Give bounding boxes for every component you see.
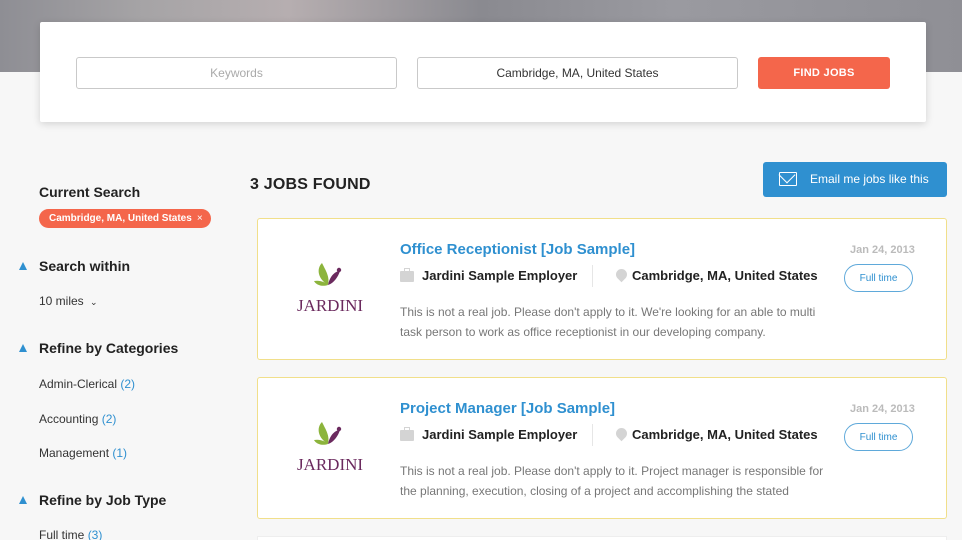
categories-title[interactable]: Refine by Categories: [39, 340, 178, 356]
current-search-title: Current Search: [39, 184, 141, 200]
job-type-badge[interactable]: Full time: [844, 423, 913, 451]
job-description: This is not a real job. Please don't app…: [400, 305, 816, 339]
sidebar-item-full-time[interactable]: Full time (3): [39, 528, 102, 540]
category-count: (2): [120, 377, 136, 391]
close-icon[interactable]: ×: [197, 213, 203, 224]
email-alert-button[interactable]: Email me jobs like this: [763, 162, 947, 197]
category-count: (2): [101, 412, 117, 426]
employer-logo: JARDINI: [288, 259, 372, 317]
keywords-input[interactable]: [76, 57, 397, 89]
category-label: Admin-Clerical: [39, 377, 118, 391]
sidebar-item-management[interactable]: Management (1): [39, 446, 127, 460]
sidebar-item-admin-clerical[interactable]: Admin-Clerical (2): [39, 377, 135, 391]
chevron-down-icon: ⌄: [90, 297, 98, 307]
job-title-link[interactable]: Office Receptionist [Job Sample]: [400, 241, 635, 258]
job-type-badge[interactable]: Full time: [844, 264, 913, 292]
meta-divider: [592, 424, 593, 446]
sidebar-item-accounting[interactable]: Accounting (2): [39, 412, 116, 426]
job-card[interactable]: JARDINI Project Manager [Job Sample] Jar…: [257, 377, 947, 519]
location-pin-icon: [613, 425, 630, 442]
results-count-title: 3 JOBS FOUND: [250, 176, 371, 193]
job-card[interactable]: [257, 536, 947, 540]
chip-label: Cambridge, MA, United States: [49, 213, 192, 224]
job-title-link[interactable]: Project Manager [Job Sample]: [400, 400, 615, 417]
employer-name: Jardini Sample Employer: [422, 427, 578, 442]
search-panel: FIND JOBS: [40, 22, 926, 122]
search-within-title[interactable]: Search within: [39, 258, 130, 274]
category-label: Accounting: [39, 412, 99, 426]
location-input[interactable]: [417, 57, 738, 89]
collapse-triangle-icon[interactable]: [19, 344, 27, 352]
collapse-triangle-icon[interactable]: [19, 262, 27, 270]
briefcase-icon: [400, 268, 414, 282]
svg-text:JARDINI: JARDINI: [297, 455, 363, 474]
job-card[interactable]: JARDINI Office Receptionist [Job Sample]…: [257, 218, 947, 360]
job-type-title[interactable]: Refine by Job Type: [39, 492, 166, 508]
find-jobs-button[interactable]: FIND JOBS: [758, 57, 890, 89]
location-pin-icon: [613, 266, 630, 283]
job-date: Jan 24, 2013: [850, 403, 915, 415]
search-within-select[interactable]: 10 miles ⌄: [39, 294, 98, 308]
job-location: Cambridge, MA, United States: [632, 268, 818, 283]
category-label: Management: [39, 446, 110, 460]
meta-divider: [592, 265, 593, 287]
job-description: This is not a real job. Please don't app…: [400, 464, 824, 498]
collapse-triangle-icon[interactable]: [19, 496, 27, 504]
job-type-count: (3): [87, 528, 103, 540]
job-date: Jan 24, 2013: [850, 244, 915, 256]
job-type-label: Full time: [39, 528, 85, 540]
email-alert-label: Email me jobs like this: [810, 172, 929, 186]
category-count: (1): [112, 446, 128, 460]
employer-logo: JARDINI: [288, 418, 372, 476]
briefcase-icon: [400, 427, 414, 441]
current-search-chip[interactable]: Cambridge, MA, United States ×: [39, 209, 211, 228]
envelope-icon: [779, 172, 797, 186]
job-location: Cambridge, MA, United States: [632, 427, 818, 442]
svg-text:JARDINI: JARDINI: [297, 296, 363, 315]
employer-name: Jardini Sample Employer: [422, 268, 578, 283]
search-within-value: 10 miles: [39, 294, 84, 308]
